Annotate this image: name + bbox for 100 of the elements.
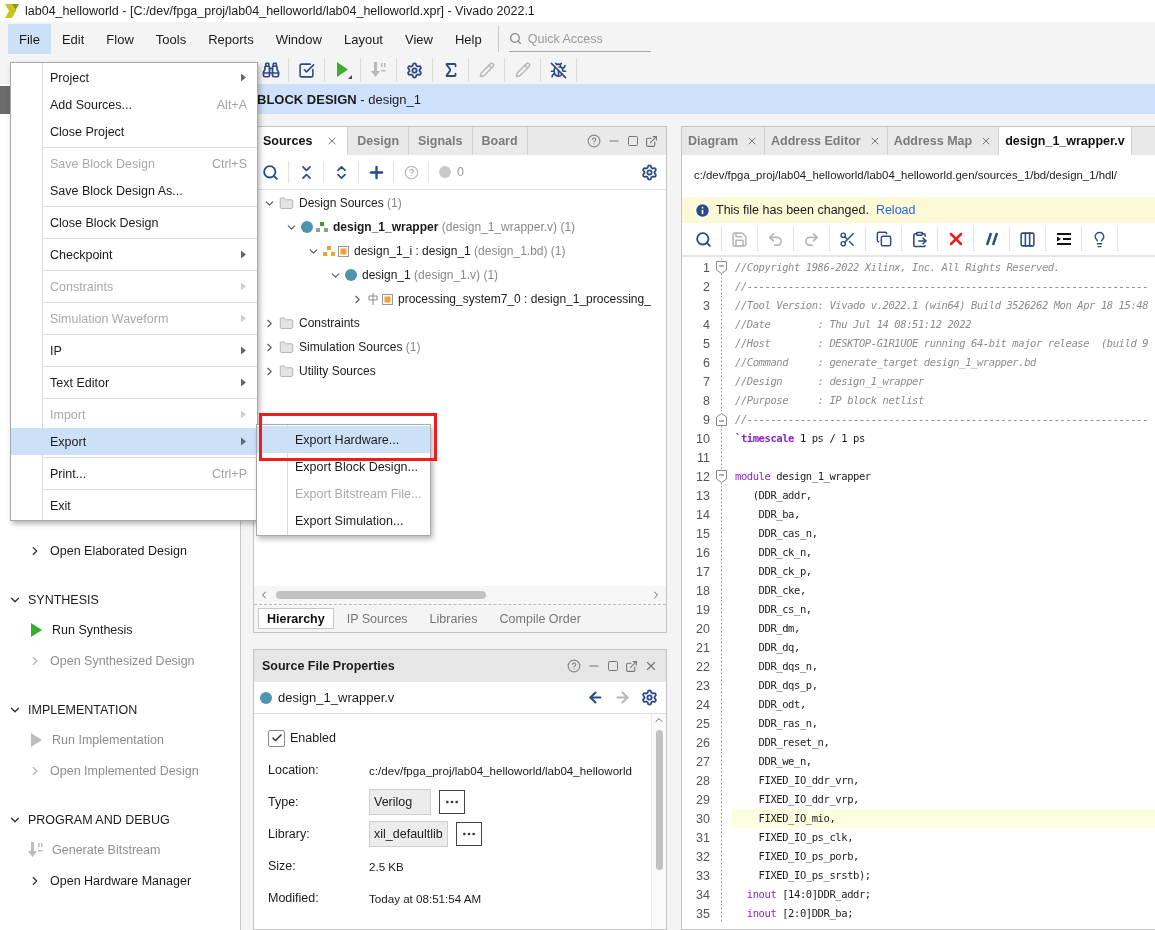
line-number: 35 (695, 906, 710, 921)
tree-item-label[interactable]: processing_system7_0 : design_1_processing_ (398, 292, 651, 306)
reload-link[interactable]: Reload (875, 203, 916, 217)
close-icon[interactable] (644, 659, 658, 673)
checkbox-icon[interactable] (298, 61, 315, 79)
line-number: 19 (695, 602, 710, 617)
menu-item[interactable]: Export Hardware... (257, 426, 430, 453)
property-label: Library: (268, 827, 311, 841)
menu-item[interactable]: Checkpoint (11, 241, 257, 268)
copy-icon[interactable] (875, 231, 892, 247)
circle-icon (301, 221, 313, 233)
crossed-bug-icon[interactable] (550, 61, 567, 79)
section-header[interactable]: PROGRAM AND DEBUG (0, 806, 170, 834)
panel-tab[interactable]: Design (348, 127, 410, 155)
fold-icon[interactable] (715, 413, 727, 426)
search-icon[interactable] (262, 163, 279, 181)
menu-item[interactable]: Edit (50, 24, 96, 54)
flow-nav-item[interactable]: Open Hardware Manager (0, 865, 192, 896)
page-title: BLOCK DESIGN - design_1 (257, 91, 421, 107)
select-field[interactable]: xil_defaultlib (369, 821, 448, 847)
maximize-icon[interactable] (607, 660, 619, 672)
vertical-scrollbar[interactable] (651, 714, 666, 929)
menu-item[interactable]: Flow (95, 24, 145, 54)
code-line: DDR_ba, (757, 507, 801, 523)
menu-item[interactable]: Export Simulation... (257, 507, 430, 534)
double-slash-icon[interactable] (983, 231, 1000, 247)
menu-item[interactable]: Export (11, 428, 257, 455)
section-header[interactable]: IMPLEMENTATION (0, 696, 138, 724)
code-line: //Host : DESKTOP-G1R1UOE running 64-bit major release (build 9 (734, 336, 1150, 351)
search-icon[interactable] (695, 230, 712, 248)
binoculars-icon[interactable] (261, 61, 280, 79)
tree-item-label[interactable]: design_1 (design_1.v) (1) (362, 268, 499, 282)
editor-tab[interactable]: design_1_wrapper.v (999, 127, 1132, 155)
paste-icon[interactable] (911, 230, 928, 248)
panel-tab[interactable]: Libraries (420, 608, 487, 629)
section-header[interactable]: SYNTHESIS (0, 586, 99, 614)
code-line: FIXED_IO_ddr_vrp, (757, 792, 860, 808)
line-number: 11 (696, 450, 710, 465)
code-line: `timescale 1 ps / 1 ps (734, 431, 866, 446)
menu-item[interactable]: Exit (11, 492, 257, 519)
code-line: DDR_dqs_n, (757, 659, 819, 675)
settings-icon[interactable] (641, 689, 658, 706)
indent-icon[interactable] (1055, 231, 1072, 247)
panel-tab[interactable]: Signals (409, 127, 473, 155)
tree-item-label[interactable]: Simulation Sources (1) (299, 340, 421, 354)
menu-item[interactable]: Help (443, 24, 493, 54)
panel-tab[interactable]: Compile Order (490, 608, 590, 629)
property-value: c:/dev/fpga_proj/lab04_helloworld/lab04_helloworld (369, 763, 632, 777)
menu-item[interactable]: Reports (197, 24, 265, 54)
tree-item-label[interactable]: Constraints (299, 316, 360, 330)
flow-nav-item[interactable]: Open Elaborated Design (0, 535, 187, 566)
line-number: 20 (695, 621, 710, 636)
line-number: 6 (702, 355, 710, 370)
columns-icon[interactable] (1019, 230, 1036, 248)
help-icon[interactable] (587, 134, 601, 148)
maximize-icon[interactable] (627, 135, 639, 147)
menu-item[interactable]: Close Block Design (11, 209, 257, 236)
menu-item[interactable]: Save Block Design As... (11, 177, 257, 204)
panel-tab[interactable]: Hierarchy (258, 608, 334, 629)
help-icon[interactable] (567, 659, 581, 673)
more-button[interactable] (455, 822, 482, 846)
line-number: 31 (695, 830, 710, 845)
checkbox-label: Enabled (290, 731, 336, 745)
editor-tab[interactable]: Address Editor (765, 127, 888, 155)
fold-icon[interactable] (715, 261, 727, 274)
float-icon[interactable] (645, 134, 658, 148)
tree-item-label[interactable]: design_1_wrapper (design_1_wrapper.v) (1) (333, 220, 576, 234)
menu-item[interactable]: Tools (144, 24, 198, 54)
more-button[interactable] (439, 790, 465, 814)
settings-icon[interactable] (406, 61, 423, 79)
line-number: 28 (695, 773, 710, 788)
menu-item[interactable]: Project (11, 64, 257, 91)
settings-icon[interactable] (641, 163, 658, 181)
menu-item[interactable]: Print... Ctrl+P (11, 460, 257, 487)
line-number: 10 (695, 431, 710, 446)
float-icon[interactable] (625, 659, 638, 673)
checkmark-icon (270, 732, 283, 744)
menu-item[interactable]: Window (264, 24, 333, 54)
menu-item[interactable]: File (8, 24, 51, 54)
code-line: DDR_cas_n, (757, 526, 819, 542)
menu-item[interactable]: IP (11, 337, 257, 364)
property-label: Location: (268, 763, 320, 777)
menu-item[interactable]: Close Project (11, 118, 257, 145)
menu-item[interactable]: Add Sources... Alt+A (11, 91, 257, 118)
code-line: DDR_cs_n, (757, 602, 813, 618)
cut-icon[interactable] (839, 230, 856, 248)
tree-item-label[interactable]: Design Sources (1) (299, 196, 402, 210)
select-field[interactable]: Verilog (369, 789, 431, 815)
menu-item[interactable]: Text Editor (11, 369, 257, 396)
tree-item-label[interactable]: Utility Sources (299, 364, 376, 378)
checkbox[interactable] (268, 729, 285, 747)
fold-icon[interactable] (715, 470, 727, 483)
menu-item[interactable]: View (394, 24, 444, 54)
flow-nav-item[interactable]: Run Synthesis (0, 614, 133, 645)
search-field[interactable]: Quick Access (525, 30, 640, 47)
panel-tab[interactable]: IP Sources (337, 608, 417, 629)
menu-item[interactable]: Layout (332, 24, 394, 54)
line-number: 18 (695, 583, 710, 598)
tree-item-label[interactable]: design_1_i : design_1 (design_1.bd) (1) (354, 244, 566, 258)
property-label: Size: (268, 859, 297, 873)
